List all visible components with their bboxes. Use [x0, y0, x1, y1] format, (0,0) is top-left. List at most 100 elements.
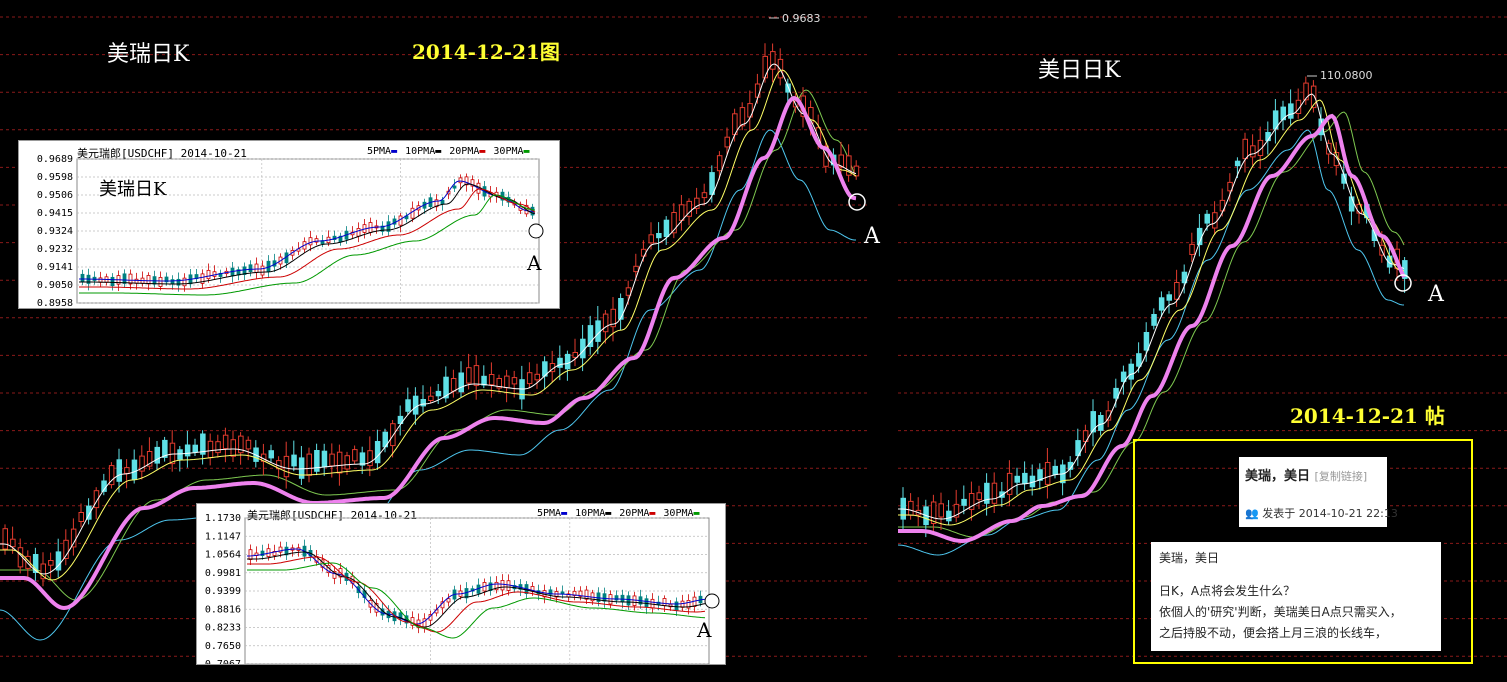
- up-candle: [215, 441, 221, 454]
- down-candle: [618, 298, 624, 320]
- post-line-2: 日K，A点将会发生什么？: [1159, 584, 1296, 598]
- up-candle: [1212, 212, 1218, 229]
- inset-up-candle: [182, 277, 187, 287]
- forum-post-box: 美瑞，美日 [复制链接] 👥 发表于 2014-10-21 22:13 美瑞，美…: [1133, 439, 1473, 664]
- down-candle: [1022, 472, 1028, 484]
- down-candle: [1136, 353, 1142, 367]
- inset-down-candle: [80, 273, 85, 282]
- down-candle: [595, 320, 601, 342]
- usdchf-point-a-label: A: [864, 224, 880, 249]
- up-candle: [526, 372, 533, 385]
- down-candle: [412, 395, 419, 415]
- down-candle: [192, 444, 198, 453]
- post-header-card: 美瑞，美日 [复制链接] 👥 发表于 2014-10-21 22:13: [1239, 457, 1398, 527]
- down-candle: [1098, 415, 1104, 431]
- up-candle: [222, 434, 229, 450]
- up-candle: [336, 451, 343, 474]
- down-candle: [420, 399, 426, 407]
- down-candle: [961, 498, 967, 506]
- inset-up-candle: [158, 277, 163, 287]
- up-candle: [352, 449, 358, 462]
- user-icon: 👥: [1245, 507, 1259, 520]
- inset-up-candle: [458, 177, 463, 184]
- inset-chf-plot: 0.9689 0.9598 0.9506 0.9415 0.9324 0.9232 0.91…: [37, 154, 544, 308]
- chart-date-label: 2014-12-21图: [412, 40, 560, 64]
- down-candle: [1288, 103, 1294, 119]
- usdchf-inset-chart: 美元瑞郎[USDCHF] 2014-10-21 5PMA▬ 10PMA▬ 20P…: [18, 140, 560, 309]
- up-candle: [473, 365, 480, 386]
- down-candle: [1052, 465, 1058, 475]
- up-candle: [306, 453, 312, 476]
- down-candle: [656, 233, 662, 239]
- inset-up-candle: [248, 549, 253, 560]
- down-candle: [435, 390, 442, 397]
- post-body-card: 美瑞，美日 日K，A点将会发生什么？ 依個人的'研究'判断，美瑞美日A点只需买入…: [1151, 542, 1441, 651]
- inset-y-tick: 0.9232: [37, 244, 73, 255]
- down-candle: [291, 454, 297, 467]
- inset-up-candle: [146, 275, 151, 285]
- up-candle: [602, 313, 609, 333]
- up-candle: [428, 395, 434, 402]
- down-candle: [1014, 475, 1020, 483]
- up-candle: [207, 440, 214, 459]
- up-candle: [1189, 243, 1195, 255]
- down-candle: [1166, 294, 1172, 301]
- inset-down-candle: [674, 601, 679, 611]
- down-candle: [1204, 213, 1210, 224]
- up-candle: [625, 287, 632, 296]
- up-candle: [633, 265, 639, 273]
- inset-up-candle: [260, 265, 265, 276]
- inset-y-tick: 0.9324: [37, 226, 73, 237]
- down-candle: [268, 450, 274, 459]
- inset-up-candle: [212, 271, 217, 277]
- inset-y-tick: 0.9689: [37, 154, 73, 165]
- usdchf-daily-label: 美瑞日K: [107, 42, 190, 67]
- inset-y-tick: 0.9399: [205, 586, 241, 597]
- up-candle: [739, 107, 746, 127]
- up-candle: [678, 204, 685, 221]
- down-candle: [374, 441, 381, 464]
- down-candle: [184, 444, 191, 457]
- inset-down-candle: [248, 264, 253, 273]
- down-candle: [1158, 297, 1165, 311]
- down-candle: [405, 399, 411, 412]
- up-candle: [70, 528, 77, 548]
- up-candle: [78, 512, 84, 522]
- up-candle: [648, 234, 654, 244]
- inset-up-candle: [662, 598, 667, 606]
- post-line-1: 美瑞，美日: [1159, 551, 1220, 565]
- up-candle: [976, 492, 982, 501]
- up-candle: [124, 467, 130, 474]
- usdchf-peak-value: 0.9683: [782, 12, 821, 25]
- point-a-circle: [848, 193, 866, 211]
- copy-link[interactable]: [复制链接]: [1315, 470, 1368, 483]
- post-line-4: 之后持股不动，便会搭上月三浪的长线车，: [1159, 626, 1388, 640]
- up-candle: [2, 528, 8, 550]
- up-candle: [1303, 82, 1309, 101]
- up-candle: [534, 373, 540, 381]
- up-candle: [390, 423, 396, 447]
- usdjpy-point-a-label: A: [1428, 282, 1444, 307]
- inset-y-tick: 0.8958: [37, 298, 73, 308]
- up-candle: [466, 367, 472, 384]
- up-candle: [701, 192, 708, 199]
- post-title: 美瑞，美日 [复制链接]: [1245, 469, 1368, 484]
- up-candle: [908, 500, 914, 516]
- up-candle: [724, 136, 730, 148]
- down-candle: [663, 219, 670, 237]
- up-candle: [762, 55, 768, 79]
- inset-jpy-plot: 1.1730 1.1147 1.0564 0.9981 0.9399 0.8816 0.82…: [205, 513, 720, 664]
- down-candle: [177, 449, 183, 460]
- post-meta: 👥 发表于 2014-10-21 22:13: [1245, 507, 1398, 520]
- inset-down-candle: [122, 273, 127, 284]
- down-candle: [1348, 196, 1355, 212]
- up-candle: [777, 58, 784, 79]
- up-candle: [938, 503, 944, 518]
- up-candle: [1174, 282, 1180, 300]
- inset-y-tick: 0.7650: [205, 641, 241, 652]
- down-candle: [587, 325, 594, 348]
- inset-y-tick: 0.9506: [37, 190, 73, 201]
- post-date-label: 2014-12-21 帖: [1290, 404, 1445, 428]
- inset-up-candle: [356, 228, 361, 237]
- inset-up-candle: [206, 269, 211, 280]
